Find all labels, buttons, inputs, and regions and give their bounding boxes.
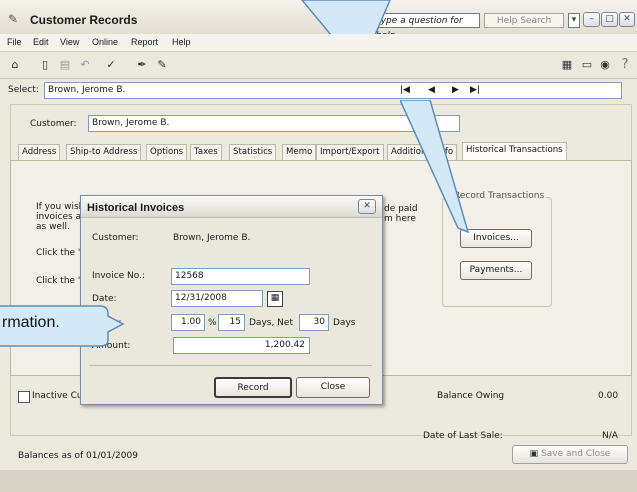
intro-text-line-3: as well.: [36, 222, 70, 232]
tab-ship-to-address[interactable]: Ship-to Address: [66, 144, 142, 160]
click-invoices-text: Click the ': [36, 248, 81, 258]
balance-owing-value: 0.00: [598, 391, 619, 401]
date-input[interactable]: 12/31/2008: [171, 290, 263, 307]
terms-discount-percent-input[interactable]: 1.00: [171, 314, 205, 331]
record-button[interactable]: Record: [214, 377, 292, 398]
undo-icon[interactable]: ↶: [78, 58, 92, 72]
tab-memo[interactable]: Memo: [282, 144, 317, 160]
help-dropdown-button[interactable]: ▾: [568, 13, 580, 28]
customer-label: Customer:: [30, 119, 77, 129]
callout-pointer-arrow: [400, 100, 470, 234]
menu-file[interactable]: File: [7, 37, 22, 47]
save-and-close-button[interactable]: ▣ Save and Close: [512, 445, 628, 464]
tab-address[interactable]: Address: [18, 144, 61, 160]
tab-taxes[interactable]: Taxes: [190, 144, 222, 160]
dialog-divider: [89, 365, 372, 366]
inactive-checkbox[interactable]: [18, 391, 30, 403]
menu-help[interactable]: Help: [172, 37, 191, 47]
select-row: Select: Brown, Jerome B. |◀ ◀ ▶ ▶|: [0, 79, 637, 103]
toolbar: ⌂ ▯ ▤ ↶ ✓ ✒ ✎ ▦ ▭ ◉ ?: [0, 52, 637, 79]
calendar-icon[interactable]: ▦: [267, 291, 283, 307]
customer-records-window: ✎ Customer Records Type a question for h…: [0, 0, 637, 492]
select-label: Select:: [8, 85, 39, 95]
save-and-close-label: Save and Close: [541, 449, 611, 459]
close-button[interactable]: ✕: [619, 12, 635, 27]
last-sale-label: Date of Last Sale:: [423, 431, 503, 441]
invoice-number-label: Invoice No.:: [92, 271, 146, 281]
intro-text-line-1: If you wish: [36, 202, 85, 212]
save-icon[interactable]: ▤: [58, 58, 72, 72]
menu-view[interactable]: View: [60, 37, 79, 47]
next-record-icon[interactable]: ▶: [452, 85, 459, 95]
minimize-button[interactable]: –: [583, 12, 600, 27]
amount-input[interactable]: 1,200.42: [173, 337, 310, 354]
close-dialog-button[interactable]: Close: [296, 377, 370, 398]
invoice-number-input[interactable]: 12568: [171, 268, 310, 285]
status-bar: [0, 470, 637, 492]
display-icon[interactable]: ▭: [580, 58, 594, 72]
menu-report[interactable]: Report: [131, 37, 158, 47]
select-customer-field[interactable]: Brown, Jerome B.: [44, 82, 622, 99]
home-icon[interactable]: ⌂: [8, 58, 22, 72]
window-title: Customer Records: [30, 13, 138, 27]
dialog-title: Historical Invoices: [87, 202, 185, 214]
intro-text-line-2: invoices a: [36, 212, 82, 222]
terms-net-days-input[interactable]: 30: [299, 314, 329, 331]
menu-edit[interactable]: Edit: [33, 37, 49, 47]
menu-bar: File Edit View Online Report Help: [0, 34, 637, 52]
inactive-label: Inactive Cu: [32, 391, 83, 401]
dialog-close-button[interactable]: ✕: [358, 199, 376, 214]
last-sale-value: N/A: [602, 431, 618, 441]
calculator-icon[interactable]: ▦: [560, 58, 574, 72]
click-payments-text: Click the ': [36, 276, 81, 286]
maximize-button[interactable]: □: [601, 12, 618, 27]
balance-owing-label: Balance Owing: [437, 391, 505, 401]
app-icon: ✎: [8, 12, 19, 26]
terms-net-days-label: Days: [333, 318, 356, 328]
payments-button[interactable]: Payments...: [460, 261, 532, 280]
dialog-title-bar: Historical Invoices ✕: [81, 196, 382, 218]
first-record-icon[interactable]: |◀: [400, 85, 410, 95]
pen-icon[interactable]: ✒: [135, 58, 149, 72]
save-disk-icon: ▣: [529, 449, 539, 459]
dialog-customer-label: Customer:: [92, 233, 139, 243]
terms-percent-sign: %: [208, 318, 217, 328]
terms-days-net-label: Days, Net: [249, 318, 293, 328]
help-icon[interactable]: ?: [618, 58, 632, 72]
tab-import-export[interactable]: Import/Export: [316, 144, 384, 160]
tab-options[interactable]: Options: [146, 144, 188, 160]
tab-statistics[interactable]: Statistics: [229, 144, 277, 160]
previous-record-icon[interactable]: ◀: [428, 85, 435, 95]
menu-online[interactable]: Online: [92, 37, 118, 47]
help-search-button[interactable]: Help Search: [484, 13, 564, 28]
dialog-customer-value: Brown, Jerome B.: [173, 233, 251, 243]
terms-discount-days-input[interactable]: 15: [218, 314, 245, 331]
last-record-icon[interactable]: ▶|: [470, 85, 480, 95]
callout-text: rmation.: [2, 314, 60, 331]
historical-invoices-dialog: Historical Invoices ✕ Customer: Brown, J…: [80, 195, 383, 405]
balances-as-of-text: Balances as of 01/01/2009: [18, 451, 138, 461]
edit-icon[interactable]: ✎: [155, 58, 169, 72]
spelling-icon[interactable]: ✓: [104, 58, 118, 72]
globe-icon[interactable]: ◉: [598, 58, 612, 72]
open-icon[interactable]: ▯: [38, 58, 52, 72]
